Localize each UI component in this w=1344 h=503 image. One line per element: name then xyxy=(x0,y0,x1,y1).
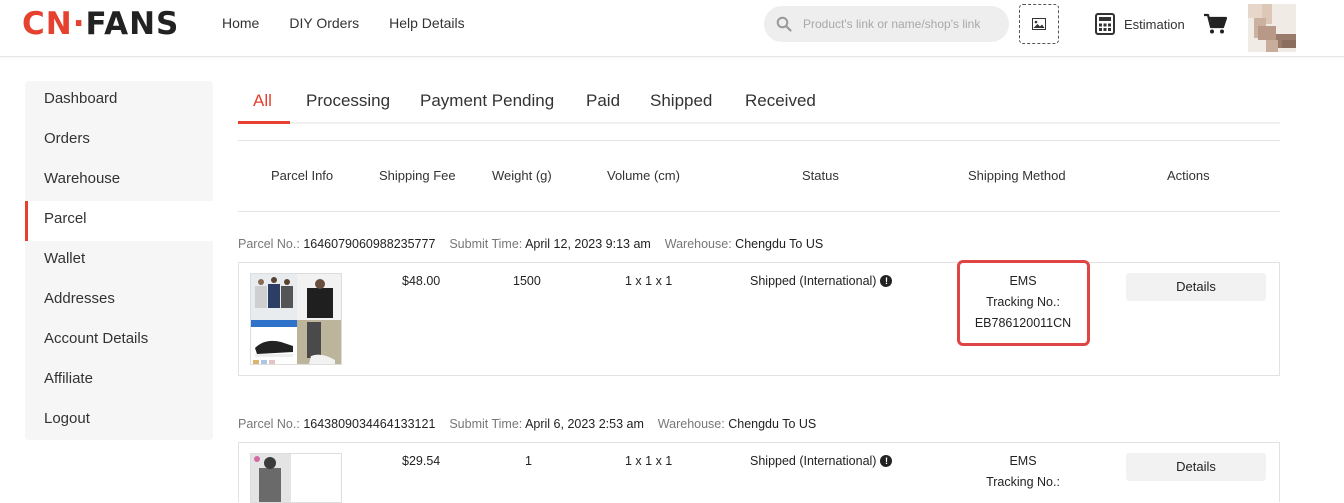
cart-icon xyxy=(1204,13,1228,34)
details-button[interactable]: Details xyxy=(1126,453,1266,481)
status: Shipped (International) ! xyxy=(750,454,893,468)
tracking-highlight-box xyxy=(957,260,1090,346)
parcel-table-header: Parcel Info Shipping Fee Weight (g) Volu… xyxy=(238,140,1280,212)
parcel-no-label: Parcel No.: xyxy=(238,417,300,431)
info-icon[interactable]: ! xyxy=(880,275,893,287)
volume: 1 x 1 x 1 xyxy=(625,454,673,468)
sidebar-item-account-details[interactable]: Account Details xyxy=(25,321,213,361)
image-icon xyxy=(1032,18,1046,30)
nav-help-details[interactable]: Help Details xyxy=(389,15,464,31)
weight: 1500 xyxy=(513,274,541,288)
parcel-thumbnail[interactable] xyxy=(250,453,342,503)
active-tab-indicator xyxy=(238,121,290,124)
calculator-icon xyxy=(1095,13,1115,35)
image-search-button[interactable] xyxy=(1019,4,1059,44)
status-text: Shipped (International) xyxy=(750,274,877,288)
tab-received[interactable]: Received xyxy=(745,91,816,111)
parcel-row: $48.00 1500 1 x 1 x 1 Shipped (Internati… xyxy=(238,260,1280,376)
status: Shipped (International) ! xyxy=(750,274,893,288)
tab-payment-pending[interactable]: Payment Pending xyxy=(420,91,554,111)
volume: 1 x 1 x 1 xyxy=(625,274,673,288)
search-input[interactable] xyxy=(803,17,1003,31)
search-icon xyxy=(776,16,792,32)
col-shipping-method: Shipping Method xyxy=(968,168,1066,183)
submit-time: April 12, 2023 9:13 am xyxy=(525,237,651,251)
weight: 1 xyxy=(525,454,532,468)
sidebar-item-warehouse[interactable]: Warehouse xyxy=(25,161,213,201)
col-parcel-info: Parcel Info xyxy=(271,168,334,183)
tab-all[interactable]: All xyxy=(253,91,272,111)
col-weight: Weight (g) xyxy=(492,168,552,183)
tracking-label: Tracking No.: xyxy=(986,475,1060,489)
col-shipping-fee: Shipping Fee xyxy=(379,168,456,183)
main-nav: Home DIY Orders Help Details xyxy=(222,15,495,31)
parcel-meta: Parcel No.: 1643809034464133121 Submit T… xyxy=(238,417,816,431)
nav-diy-orders[interactable]: DIY Orders xyxy=(289,15,359,31)
parcel-no: 1643809034464133121 xyxy=(303,417,436,431)
tab-shipped[interactable]: Shipped xyxy=(650,91,712,111)
user-avatar[interactable] xyxy=(1238,4,1296,52)
top-header: CN·FANS Home DIY Orders Help Details Est… xyxy=(0,0,1344,57)
warehouse-label: Warehouse: xyxy=(657,417,725,431)
submit-time: April 6, 2023 2:53 am xyxy=(525,417,644,431)
warehouse-label: Warehouse: xyxy=(664,237,732,251)
parcel-row: $29.54 1 1 x 1 x 1 Shipped (Internationa… xyxy=(238,442,1280,503)
nav-home[interactable]: Home xyxy=(222,15,259,31)
estimation-label: Estimation xyxy=(1124,16,1185,32)
tab-paid[interactable]: Paid xyxy=(586,91,620,111)
sidebar-item-logout[interactable]: Logout xyxy=(25,401,213,441)
account-sidebar: Dashboard Orders Warehouse Parcel Wallet… xyxy=(25,81,213,440)
parcel-meta: Parcel No.: 1646079060988235777 Submit T… xyxy=(238,237,823,251)
estimation-link[interactable]: Estimation xyxy=(1095,13,1185,35)
col-status: Status xyxy=(802,168,839,183)
sidebar-item-dashboard[interactable]: Dashboard xyxy=(25,81,213,121)
warehouse: Chengdu To US xyxy=(735,237,824,251)
status-text: Shipped (International) xyxy=(750,454,877,468)
parcel-thumbnail[interactable] xyxy=(250,273,342,365)
warehouse: Chengdu To US xyxy=(728,417,817,431)
submit-time-label: Submit Time: xyxy=(449,237,523,251)
sidebar-item-orders[interactable]: Orders xyxy=(25,121,213,161)
info-icon[interactable]: ! xyxy=(880,455,893,467)
sidebar-item-wallet[interactable]: Wallet xyxy=(25,241,213,281)
submit-time-label: Submit Time: xyxy=(449,417,523,431)
sidebar-item-affiliate[interactable]: Affiliate xyxy=(25,361,213,401)
cart-button[interactable] xyxy=(1203,13,1228,40)
col-volume: Volume (cm) xyxy=(607,168,680,183)
shipping-method-name: EMS xyxy=(1009,454,1037,468)
details-button[interactable]: Details xyxy=(1126,273,1266,301)
search-bar[interactable] xyxy=(764,6,1009,42)
cnfans-logo[interactable]: CN·FANS xyxy=(22,8,179,40)
sidebar-item-addresses[interactable]: Addresses xyxy=(25,281,213,321)
col-actions: Actions xyxy=(1167,168,1210,183)
shipping-fee: $29.54 xyxy=(402,454,441,468)
parcel-no-label: Parcel No.: xyxy=(238,237,300,251)
shipping-method: EMS Tracking No.: xyxy=(963,451,1083,493)
tab-processing[interactable]: Processing xyxy=(306,91,390,111)
parcel-status-tabs: All Processing Payment Pending Paid Ship… xyxy=(238,81,1280,124)
shipping-fee: $48.00 xyxy=(402,274,441,288)
sidebar-item-parcel[interactable]: Parcel xyxy=(25,201,213,241)
parcel-no: 1646079060988235777 xyxy=(303,237,436,251)
